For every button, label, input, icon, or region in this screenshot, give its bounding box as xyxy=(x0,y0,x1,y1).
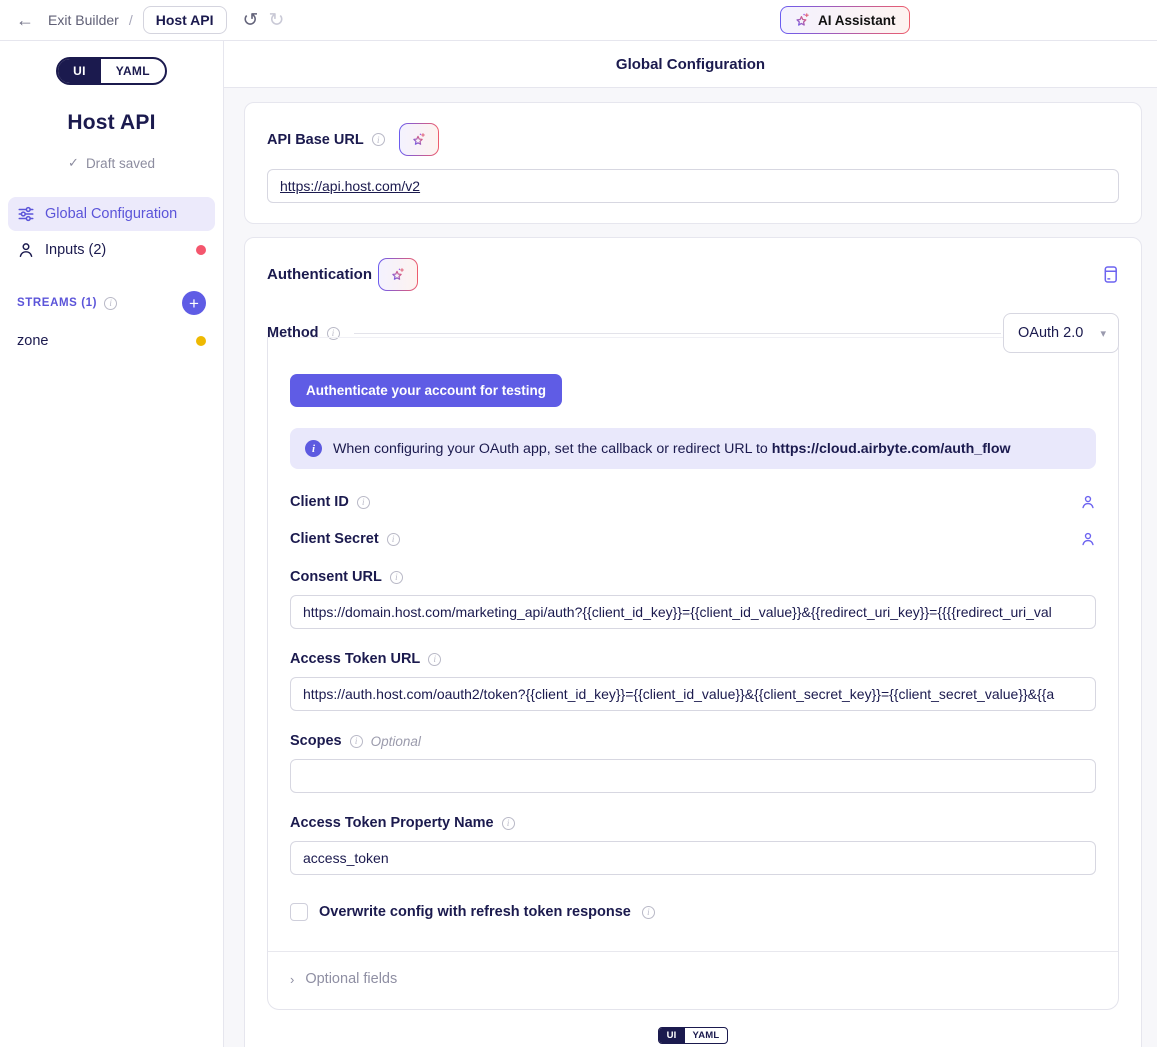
client-secret-row: Client Secret xyxy=(290,531,1096,547)
stream-item-zone[interactable]: zone xyxy=(17,333,206,349)
exit-builder-link[interactable]: Exit Builder xyxy=(48,12,119,28)
optional-fields-label: Optional fields xyxy=(305,971,397,987)
sidebar-nav: Global Configuration Inputs (2) xyxy=(8,197,215,267)
footer-ui-yaml-toggle: UI YAML xyxy=(658,1027,729,1044)
method-select[interactable]: OAuth 2.0 ▾ xyxy=(1003,313,1119,353)
access-token-url-group: Access Token URL xyxy=(290,651,1096,711)
sidebar-ui-yaml-toggle: UI YAML xyxy=(56,57,167,85)
sidebar-item-label: Global Configuration xyxy=(45,206,177,222)
draft-status-label: Draft saved xyxy=(86,156,155,171)
info-icon xyxy=(357,496,370,509)
redo-icon[interactable]: ↻ xyxy=(268,11,284,30)
stream-item-label: zone xyxy=(17,333,48,349)
info-icon xyxy=(350,735,363,748)
client-id-row: Client ID xyxy=(290,494,1096,510)
ai-sparkle-star-icon xyxy=(411,132,427,148)
ai-suggest-button[interactable] xyxy=(399,123,439,156)
connector-name-input[interactable]: Host API xyxy=(143,6,227,34)
sidebar-item-inputs[interactable]: Inputs (2) xyxy=(8,233,215,267)
chevron-right-icon: › xyxy=(290,972,294,987)
back-arrow-icon[interactable]: ← xyxy=(16,11,34,29)
api-base-url-card: API Base URL xyxy=(244,102,1142,224)
streams-header: STREAMS (1) + xyxy=(17,291,206,315)
consent-url-group: Consent URL xyxy=(290,569,1096,629)
page-title: Global Configuration xyxy=(616,56,765,73)
sliders-icon xyxy=(17,205,35,223)
topbar: ← Exit Builder / Host API ↺ ↻ AI Assista… xyxy=(0,0,1157,41)
banner-text: When configuring your OAuth app, set the… xyxy=(333,441,1011,457)
client-secret-label: Client Secret xyxy=(290,531,379,547)
oauth-callback-banner: When configuring your OAuth app, set the… xyxy=(290,428,1096,469)
main-content: API Base URL xyxy=(224,88,1157,1047)
authentication-card: Authentication xyxy=(244,237,1142,1047)
api-base-url-label: API Base URL xyxy=(267,132,364,148)
overwrite-config-checkbox[interactable] xyxy=(290,903,308,921)
access-token-url-input[interactable] xyxy=(290,677,1096,711)
api-base-url-input[interactable] xyxy=(267,169,1119,203)
overwrite-config-row: Overwrite config with refresh token resp… xyxy=(290,903,1096,921)
add-stream-button[interactable]: + xyxy=(182,291,206,315)
access-token-url-label: Access Token URL xyxy=(290,651,420,667)
documentation-book-icon[interactable] xyxy=(1102,265,1119,284)
token-property-label: Access Token Property Name xyxy=(290,815,494,831)
scopes-label: Scopes xyxy=(290,733,342,749)
authentication-label: Authentication xyxy=(267,266,372,283)
check-icon: ✓ xyxy=(68,155,79,171)
token-property-group: Access Token Property Name xyxy=(290,815,1096,875)
divider xyxy=(354,333,1001,334)
ai-sparkle-star-icon xyxy=(390,267,406,283)
stream-status-dot xyxy=(196,336,206,346)
ai-sparkle-star-icon xyxy=(794,12,811,29)
chevron-down-icon: ▾ xyxy=(1100,327,1106,340)
banner-callback-url: https://cloud.airbyte.com/auth_flow xyxy=(772,441,1011,457)
undo-icon[interactable]: ↺ xyxy=(243,11,259,30)
info-circle-icon xyxy=(305,440,322,457)
consent-url-label: Consent URL xyxy=(290,569,382,585)
toggle-ui[interactable]: UI xyxy=(659,1028,685,1043)
divider xyxy=(268,951,1118,952)
sidebar: UI YAML Host API ✓ Draft saved Global Co… xyxy=(0,41,224,1047)
draft-status: ✓ Draft saved xyxy=(0,155,223,171)
ai-assistant-label: AI Assistant xyxy=(818,13,896,28)
sidebar-item-label: Inputs (2) xyxy=(45,242,106,258)
info-icon xyxy=(390,571,403,584)
toggle-yaml[interactable]: YAML xyxy=(101,59,165,83)
optional-fields-expander[interactable]: › Optional fields xyxy=(290,971,1096,987)
scopes-group: Scopes Optional xyxy=(290,733,1096,793)
client-id-label: Client ID xyxy=(290,494,349,510)
toggle-yaml[interactable]: YAML xyxy=(685,1028,728,1043)
ai-suggest-button[interactable] xyxy=(378,258,418,291)
info-icon xyxy=(428,653,441,666)
info-icon xyxy=(372,133,385,146)
method-selected-value: OAuth 2.0 xyxy=(1018,325,1083,341)
banner-text-prefix: When configuring your OAuth app, set the… xyxy=(333,441,772,457)
info-icon xyxy=(387,533,400,546)
user-icon xyxy=(17,241,35,259)
user-input-icon[interactable] xyxy=(1080,531,1096,547)
oauth-config-panel: Authenticate your account for testing Wh… xyxy=(267,337,1119,1010)
scopes-input[interactable] xyxy=(290,759,1096,793)
token-property-input[interactable] xyxy=(290,841,1096,875)
ai-assistant-button[interactable]: AI Assistant xyxy=(780,6,910,34)
authenticate-button[interactable]: Authenticate your account for testing xyxy=(290,374,562,407)
main-header: Global Configuration xyxy=(224,41,1157,88)
user-input-icon[interactable] xyxy=(1080,494,1096,510)
info-icon xyxy=(502,817,515,830)
optional-tag: Optional xyxy=(371,734,421,749)
overwrite-config-label: Overwrite config with refresh token resp… xyxy=(319,904,631,920)
main-area: Global Configuration API Base URL xyxy=(224,41,1157,1047)
streams-header-label: STREAMS (1) xyxy=(17,297,97,309)
consent-url-input[interactable] xyxy=(290,595,1096,629)
connector-title: Host API xyxy=(0,111,223,135)
info-icon xyxy=(104,297,117,310)
toggle-ui[interactable]: UI xyxy=(58,59,101,83)
info-icon xyxy=(642,906,655,919)
inputs-status-dot xyxy=(196,245,206,255)
breadcrumb-separator: / xyxy=(129,12,133,28)
sidebar-item-global-configuration[interactable]: Global Configuration xyxy=(8,197,215,231)
